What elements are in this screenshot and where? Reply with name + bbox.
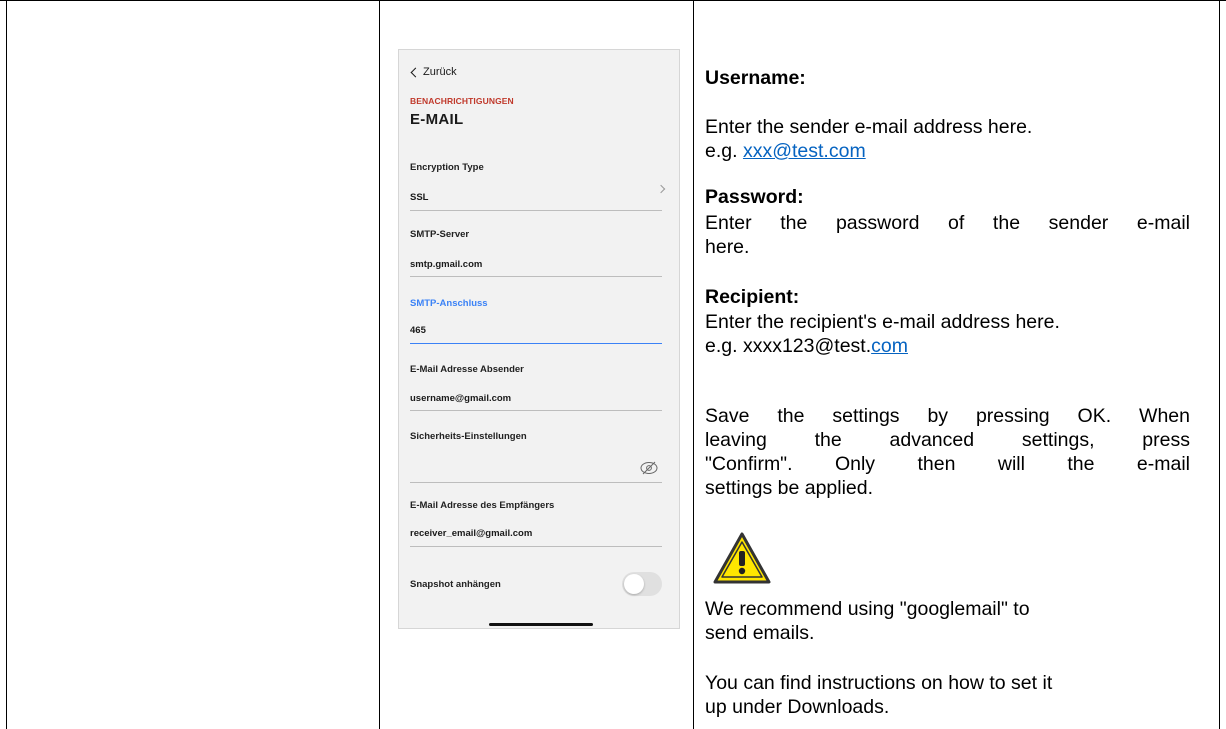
field-label: Encryption Type — [410, 162, 484, 173]
save-line-3: "Confirm". Only then will the e-mail — [705, 453, 1190, 475]
recipient-email-field[interactable]: E-Mail Adresse des Empfängers receiver_e… — [410, 500, 662, 550]
field-label: Sicherheits-Einstellungen — [410, 431, 527, 442]
password-field[interactable]: Sicherheits-Einstellungen — [410, 431, 662, 487]
smtp-server-field[interactable]: SMTP-Server smtp.gmail.com — [410, 229, 662, 279]
field-value: SSL — [410, 192, 429, 203]
chevron-right-icon — [656, 184, 666, 194]
app-screenshot: Zurück BENACHRICHTIGUNGEN E-MAIL Encrypt… — [398, 49, 680, 629]
username-heading: Username: — [705, 67, 806, 89]
encryption-type-field[interactable]: Encryption Type SSL — [410, 162, 666, 212]
table-col-divider-2 — [693, 0, 694, 729]
recommend-line-2: send emails. — [705, 622, 815, 644]
field-value: 465 — [410, 325, 426, 336]
table-right-border — [1219, 0, 1220, 729]
field-value: receiver_email@gmail.com — [410, 528, 533, 539]
recipient-heading: Recipient: — [705, 286, 800, 308]
warning-icon — [713, 532, 771, 584]
instructions-line-2: up under Downloads. — [705, 696, 890, 718]
field-underline — [410, 482, 662, 483]
table-left-border — [6, 0, 7, 729]
field-value: smtp.gmail.com — [410, 259, 483, 270]
recipient-text: Enter the recipient's e-mail address her… — [705, 311, 1060, 333]
field-label: SMTP-Server — [410, 229, 470, 240]
table-top-border — [0, 0, 1226, 1]
back-label: Zurück — [423, 66, 457, 78]
save-line-4: settings be applied. — [705, 477, 874, 499]
save-line-2: leaving the advanced settings, press — [705, 429, 1190, 451]
username-text: Enter the sender e-mail address here. — [705, 116, 1033, 138]
example-prefix: e.g. — [705, 140, 743, 162]
field-value: username@gmail.com — [410, 393, 512, 404]
smtp-port-field[interactable]: SMTP-Anschluss 465 — [410, 298, 662, 348]
sender-email-field[interactable]: E-Mail Adresse Absender username@gmail.c… — [410, 364, 662, 414]
username-example: e.g. xxx@test.com — [705, 139, 866, 163]
instructions-line-1: You can find instructions on how to set … — [705, 672, 1053, 694]
page-title: E-MAIL — [410, 111, 464, 128]
field-label: E-Mail Adresse Absender — [410, 364, 524, 375]
password-heading: Password: — [705, 186, 804, 208]
snapshot-toggle[interactable] — [622, 572, 662, 596]
password-text-line-1: Enter the password of the sender e-mail — [705, 212, 1190, 234]
table-col-divider-1 — [379, 0, 380, 729]
back-button[interactable]: Zurück — [410, 66, 457, 78]
hidden-eye-icon[interactable] — [639, 461, 659, 475]
password-text-line-2: here. — [705, 236, 750, 258]
field-underline — [410, 276, 662, 277]
chevron-left-icon — [410, 67, 421, 77]
save-line-1: Save the settings by pressing OK. When — [705, 405, 1190, 427]
example-tld-link[interactable]: com — [871, 335, 908, 357]
recommend-line-1: We recommend using "googlemail" to — [705, 598, 1030, 620]
example-email-link[interactable]: xxx@test.com — [743, 140, 866, 162]
field-underline — [410, 410, 662, 411]
field-underline — [410, 546, 662, 547]
home-indicator — [489, 623, 593, 626]
section-label: BENACHRICHTIGUNGEN — [410, 96, 514, 106]
field-underline — [410, 343, 662, 344]
toggle-knob — [624, 574, 644, 594]
example-prefix: e.g. xxxx123@test. — [705, 335, 872, 357]
field-label: SMTP-Anschluss — [410, 298, 488, 309]
field-underline — [410, 210, 662, 211]
recipient-example: e.g. xxxx123@test.com — [705, 334, 908, 358]
field-label: E-Mail Adresse des Empfängers — [410, 500, 555, 511]
